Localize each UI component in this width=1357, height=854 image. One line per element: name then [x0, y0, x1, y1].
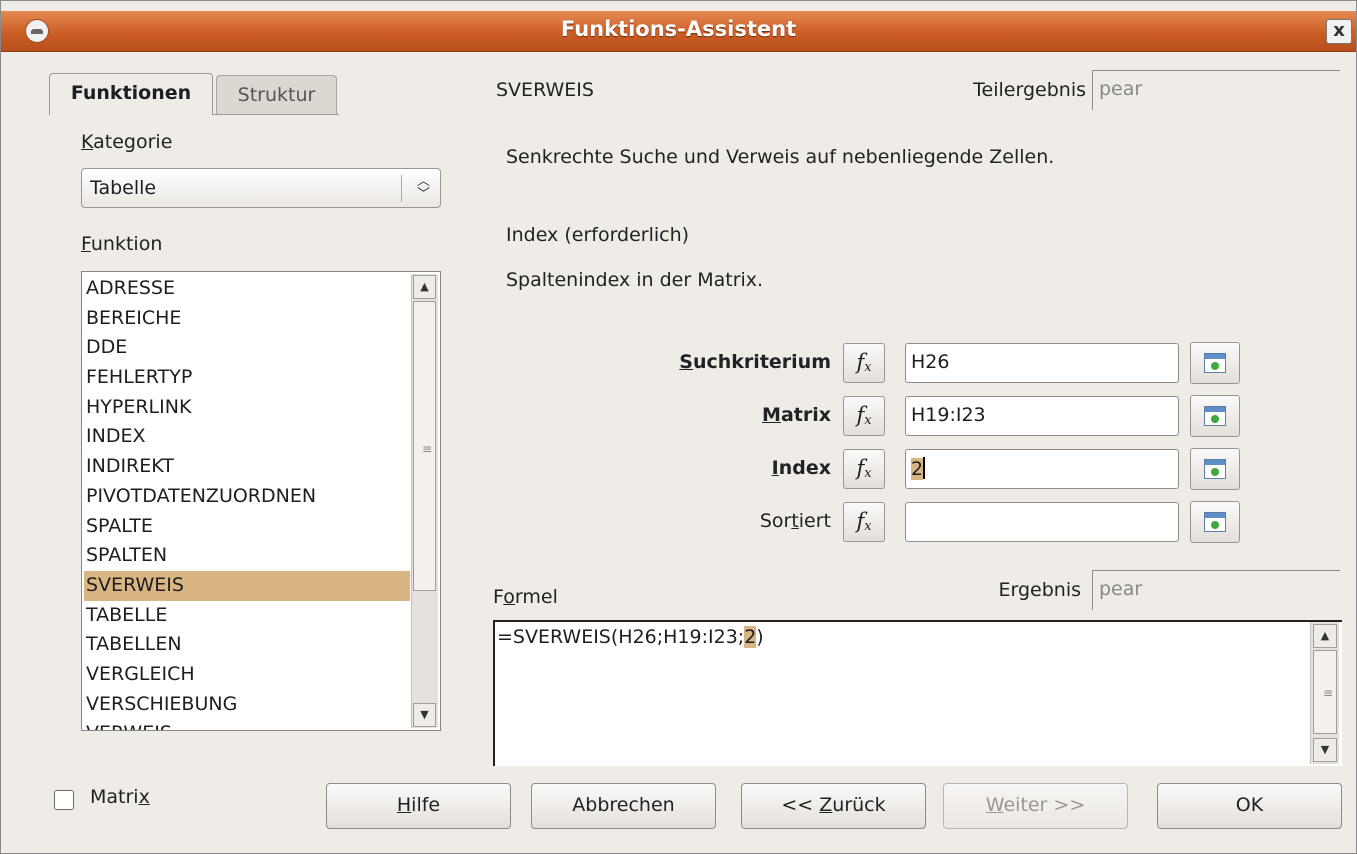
window-title: Funktions-Assistent: [560, 17, 797, 41]
result-field: pear: [1092, 570, 1340, 610]
scroll-thumb[interactable]: ≡: [413, 301, 436, 591]
function-name: SVERWEIS: [496, 79, 594, 101]
function-wizard-dialog: Funktions-Assistent x Funktionen Struktu…: [0, 0, 1357, 854]
scroll-up-icon[interactable]: ▲: [1313, 624, 1337, 648]
function-list-item[interactable]: HYPERLINK: [84, 393, 410, 423]
scroll-thumb[interactable]: ≡: [1313, 650, 1337, 734]
function-list-item[interactable]: TABELLE: [84, 601, 410, 631]
function-list-item[interactable]: VERSCHIEBUNG: [84, 690, 410, 720]
formula-editor[interactable]: =SVERWEIS(H26;H19:I23;2): [493, 620, 1342, 766]
cancel-button[interactable]: Abbrechen: [531, 783, 716, 829]
function-list-item[interactable]: FEHLERTYP: [84, 363, 410, 393]
function-list-item[interactable]: VERWEIS: [84, 719, 410, 730]
formula-scrollbar[interactable]: ▲ ≡ ▼: [1310, 622, 1339, 764]
select-separator: [401, 175, 402, 202]
function-list-scrollbar[interactable]: ▲ ≡ ▼: [411, 274, 438, 728]
function-list-item[interactable]: SPALTE: [84, 512, 410, 542]
scroll-down-icon[interactable]: ▼: [1313, 738, 1337, 762]
category-select[interactable]: Tabelle ︿ ﹀: [81, 168, 441, 208]
subresult-label: Teilergebnis: [973, 79, 1086, 101]
argument-input[interactable]: 2: [905, 449, 1179, 489]
tab-functions[interactable]: Funktionen: [49, 73, 213, 115]
next-button[interactable]: Weiter >>: [943, 783, 1128, 829]
result-label: Ergebnis: [998, 579, 1081, 601]
argument-input[interactable]: H26: [905, 343, 1179, 383]
argument-input[interactable]: [905, 502, 1179, 542]
matrix-checkbox[interactable]: [54, 790, 74, 810]
fx-icon[interactable]: fx: [843, 343, 885, 383]
subresult-field: pear: [1092, 70, 1340, 110]
shrink-dialog-icon: [1204, 512, 1226, 532]
function-description: Senkrechte Suche und Verweis auf nebenli…: [506, 146, 1055, 168]
function-list[interactable]: ADRESSE BEREICHE DDE FEHLERTYP HYPERLINK INDE…: [81, 271, 441, 731]
shrink-dialog-icon: [1204, 353, 1226, 373]
function-list-item[interactable]: SPALTEN: [84, 541, 410, 571]
function-list-item[interactable]: TABELLEN: [84, 630, 410, 660]
function-list-item[interactable]: BEREICHE: [84, 304, 410, 334]
shrink-dialog-button[interactable]: [1190, 448, 1240, 490]
fx-icon[interactable]: fx: [843, 449, 885, 489]
grip-icon: ≡: [422, 442, 433, 456]
parameter-title: Index (erforderlich): [506, 224, 690, 246]
shrink-dialog-button[interactable]: [1190, 395, 1240, 437]
function-list-item[interactable]: SVERWEIS: [84, 570, 410, 601]
formula-text: =SVERWEIS(H26;H19:I23;2): [497, 626, 764, 648]
parameter-description: Spaltenindex in der Matrix.: [506, 269, 764, 291]
scroll-down-icon[interactable]: ▼: [413, 703, 436, 727]
function-list-items: ADRESSE BEREICHE DDE FEHLERTYP HYPERLINK INDE…: [84, 274, 410, 730]
shrink-dialog-icon: [1204, 459, 1226, 479]
function-list-item[interactable]: INDIREKT: [84, 452, 410, 482]
function-list-item[interactable]: DDE: [84, 333, 410, 363]
argument-label: Sortiert: [759, 510, 831, 532]
shrink-dialog-button[interactable]: [1190, 501, 1240, 543]
ok-button[interactable]: OK: [1157, 783, 1342, 829]
function-label: Funktion: [81, 233, 163, 255]
category-label: Kategorie: [81, 131, 173, 153]
function-list-item[interactable]: ADRESSE: [84, 274, 410, 304]
close-button[interactable]: x: [1326, 19, 1352, 44]
argument-label: Suchkriterium: [679, 351, 831, 373]
function-list-item[interactable]: INDEX: [84, 422, 410, 452]
function-list-item[interactable]: VERGLEICH: [84, 660, 410, 690]
argument-label: Index: [771, 457, 831, 479]
text-caret: [923, 457, 926, 479]
matrix-checkbox-label[interactable]: Matrix: [90, 786, 150, 808]
chevron-up-down-icon: ︿ ﹀: [416, 174, 430, 202]
help-button[interactable]: Hilfe: [326, 783, 511, 829]
fx-icon[interactable]: fx: [843, 502, 885, 542]
scroll-up-icon[interactable]: ▲: [413, 275, 436, 299]
title-bar[interactable]: Funktions-Assistent x: [1, 11, 1356, 52]
function-list-item[interactable]: PIVOTDATENZUORDNEN: [84, 482, 410, 512]
shrink-dialog-icon: [1204, 406, 1226, 426]
category-value: Tabelle: [90, 177, 157, 199]
shrink-dialog-button[interactable]: [1190, 342, 1240, 384]
back-button[interactable]: << Zurück: [741, 783, 926, 829]
close-icon: x: [1333, 20, 1345, 41]
argument-label: Matrix: [762, 404, 831, 426]
formula-label: Formel: [493, 586, 558, 608]
grip-icon: ≡: [1323, 686, 1334, 700]
tab-structure[interactable]: Struktur: [216, 75, 337, 115]
fx-icon[interactable]: fx: [843, 396, 885, 436]
argument-input[interactable]: H19:I23: [905, 396, 1179, 436]
